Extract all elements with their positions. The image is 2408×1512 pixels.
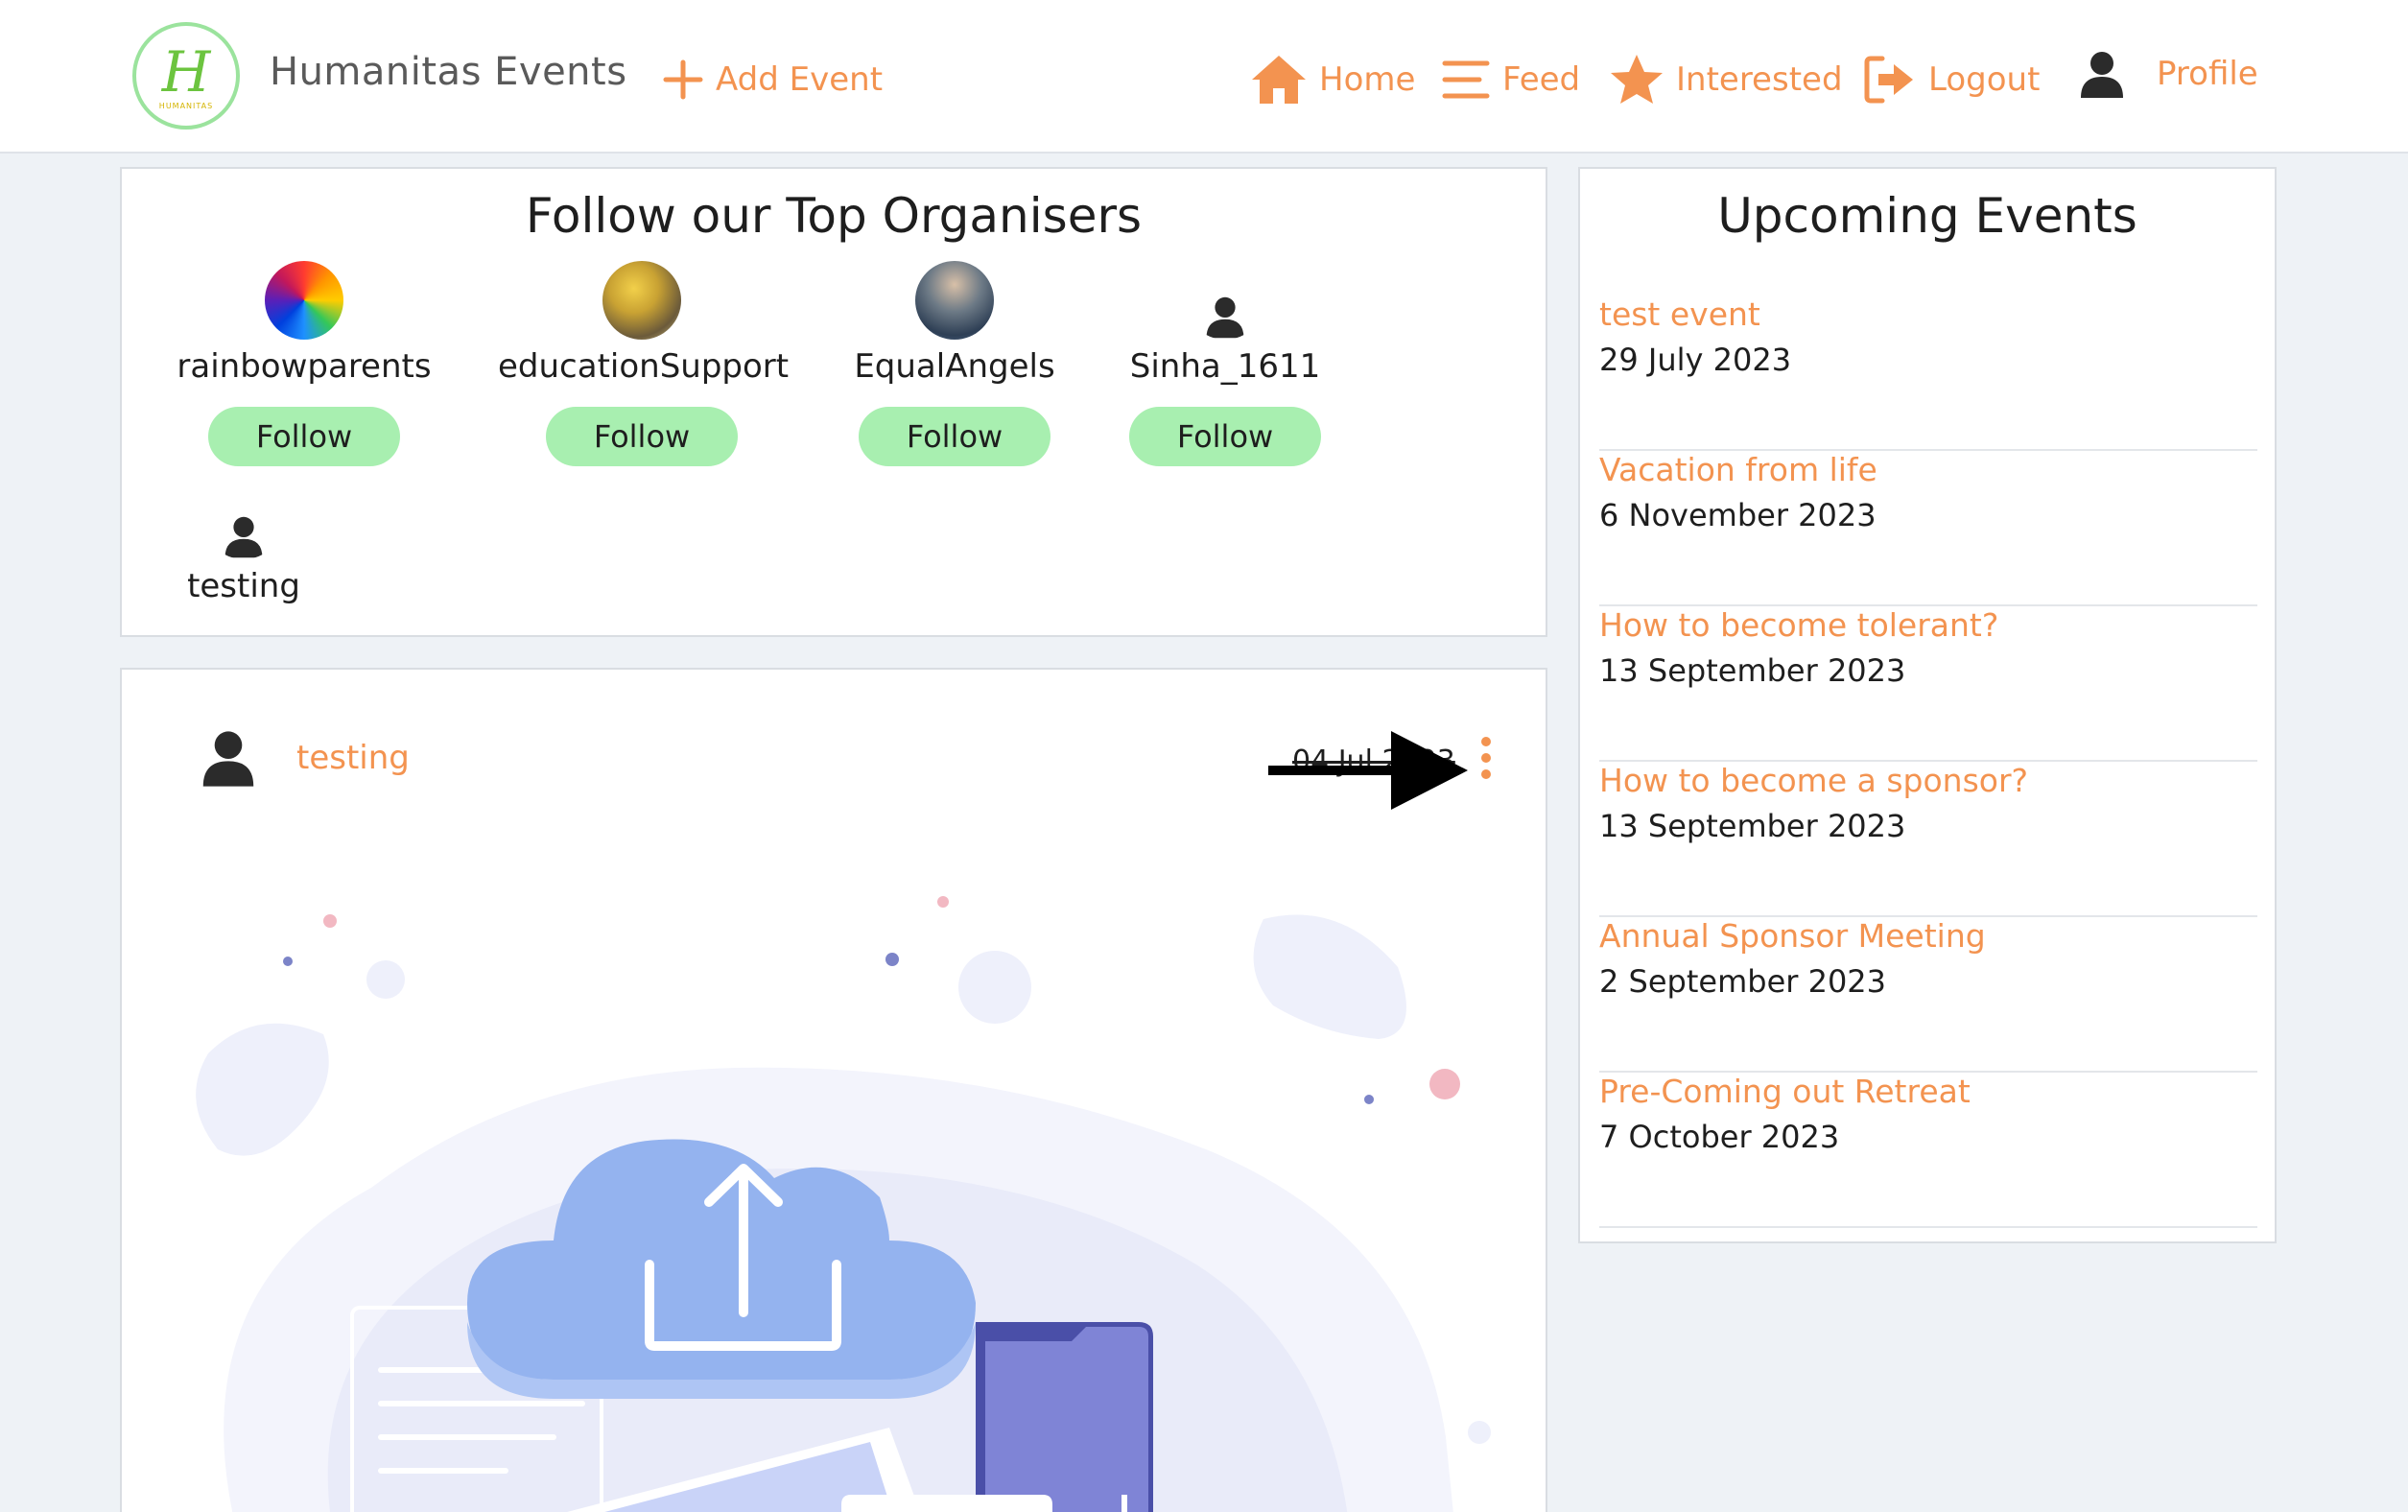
nav-feed-link[interactable]: Feed xyxy=(1441,46,1580,113)
plus-icon xyxy=(663,59,703,100)
logo-caption: HUMANITAS xyxy=(158,102,214,110)
list-icon xyxy=(1442,60,1490,99)
event-date: 13 September 2023 xyxy=(1599,652,1906,689)
event-date: 29 July 2023 xyxy=(1599,342,1792,378)
event-date: 13 September 2023 xyxy=(1599,808,1906,844)
user-icon xyxy=(224,516,263,558)
organiser-name[interactable]: rainbowparents xyxy=(160,347,448,386)
event-title[interactable]: test event xyxy=(1599,295,1760,333)
list-item[interactable]: Annual Sponsor Meeting 2 September 2023 xyxy=(1599,917,2257,1073)
avatar[interactable] xyxy=(915,261,994,340)
add-event-link[interactable]: Add Event xyxy=(662,46,883,113)
organiser-educationsupport: educationSupport Follow xyxy=(498,261,789,466)
top-organisers-card: Follow our Top Organisers rainbowparents… xyxy=(120,167,1547,637)
follow-button[interactable]: Follow xyxy=(208,407,400,466)
top-navbar: H HUMANITAS Humanitas Events Add Event H… xyxy=(0,0,2408,154)
avatar[interactable] xyxy=(204,481,283,559)
user-icon[interactable] xyxy=(2079,50,2125,100)
event-date: 7 October 2023 xyxy=(1599,1119,1840,1155)
follow-button[interactable]: Follow xyxy=(546,407,738,466)
arrow-right-icon xyxy=(1268,731,1468,810)
upcoming-events-card: Upcoming Events test event 29 July 2023 … xyxy=(1578,167,2277,1243)
home-icon xyxy=(1252,56,1306,104)
nav-logout-link[interactable]: Logout xyxy=(1863,46,2040,113)
nav-profile-link[interactable]: Profile xyxy=(2157,40,2258,107)
organiser-name[interactable]: Sinha_1611 xyxy=(1081,347,1369,386)
upload-illustration xyxy=(196,896,1491,1512)
organiser-testing: testing xyxy=(148,481,340,605)
logo-letter: H xyxy=(161,39,211,105)
event-title[interactable]: Vacation from life xyxy=(1599,451,1877,488)
nav-feed-label: Feed xyxy=(1502,60,1581,99)
humanitas-logo[interactable]: H HUMANITAS xyxy=(132,22,240,130)
event-date: 6 November 2023 xyxy=(1599,497,1877,533)
nav-logout-label: Logout xyxy=(1928,60,2041,99)
star-icon xyxy=(1611,55,1663,104)
avatar[interactable] xyxy=(602,261,681,340)
event-date: 2 September 2023 xyxy=(1599,963,1887,1000)
event-title[interactable]: Annual Sponsor Meeting xyxy=(1599,917,1986,955)
list-item[interactable]: test event 29 July 2023 xyxy=(1599,295,2257,451)
list-item[interactable]: How to become tolerant? 13 September 202… xyxy=(1599,606,2257,762)
post-author[interactable]: testing xyxy=(296,739,410,777)
nav-interested-label: Interested xyxy=(1676,60,1843,99)
nav-home-link[interactable]: Home xyxy=(1250,46,1415,113)
brand-name[interactable]: Humanitas Events xyxy=(270,50,627,94)
user-icon xyxy=(1206,296,1244,339)
nav-profile-label: Profile xyxy=(2157,55,2258,93)
feed-post-card: testing 04 Jul 2023 xyxy=(120,668,1547,1512)
organiser-name[interactable]: educationSupport xyxy=(498,347,789,386)
organiser-name[interactable]: testing xyxy=(148,567,340,605)
organiser-rainbowparents: rainbowparents Follow xyxy=(160,261,448,466)
list-item[interactable]: Vacation from life 6 November 2023 xyxy=(1599,451,2257,606)
logout-icon xyxy=(1864,56,1913,104)
list-item[interactable]: How to become a sponsor? 13 September 20… xyxy=(1599,762,2257,917)
organisers-title: Follow our Top Organisers xyxy=(525,188,1143,244)
avatar[interactable] xyxy=(1186,261,1264,340)
follow-button[interactable]: Follow xyxy=(1129,407,1321,466)
add-event-label: Add Event xyxy=(716,60,884,99)
list-item[interactable]: Pre-Coming out Retreat 7 October 2023 xyxy=(1599,1073,2257,1228)
avatar[interactable] xyxy=(265,261,343,340)
organiser-equalangels: EqualAngels Follow xyxy=(811,261,1098,466)
nav-home-label: Home xyxy=(1319,60,1416,99)
nav-interested-link[interactable]: Interested xyxy=(1609,46,1843,113)
more-options-icon[interactable] xyxy=(1476,737,1496,791)
event-title[interactable]: How to become a sponsor? xyxy=(1599,762,2028,799)
upcoming-title: Upcoming Events xyxy=(1717,188,2137,244)
event-title[interactable]: How to become tolerant? xyxy=(1599,606,1998,644)
user-icon[interactable] xyxy=(199,729,258,789)
organiser-name[interactable]: EqualAngels xyxy=(811,347,1098,386)
follow-button[interactable]: Follow xyxy=(859,407,1051,466)
event-title[interactable]: Pre-Coming out Retreat xyxy=(1599,1073,1971,1110)
organiser-sinha-1611: Sinha_1611 Follow xyxy=(1081,261,1369,466)
